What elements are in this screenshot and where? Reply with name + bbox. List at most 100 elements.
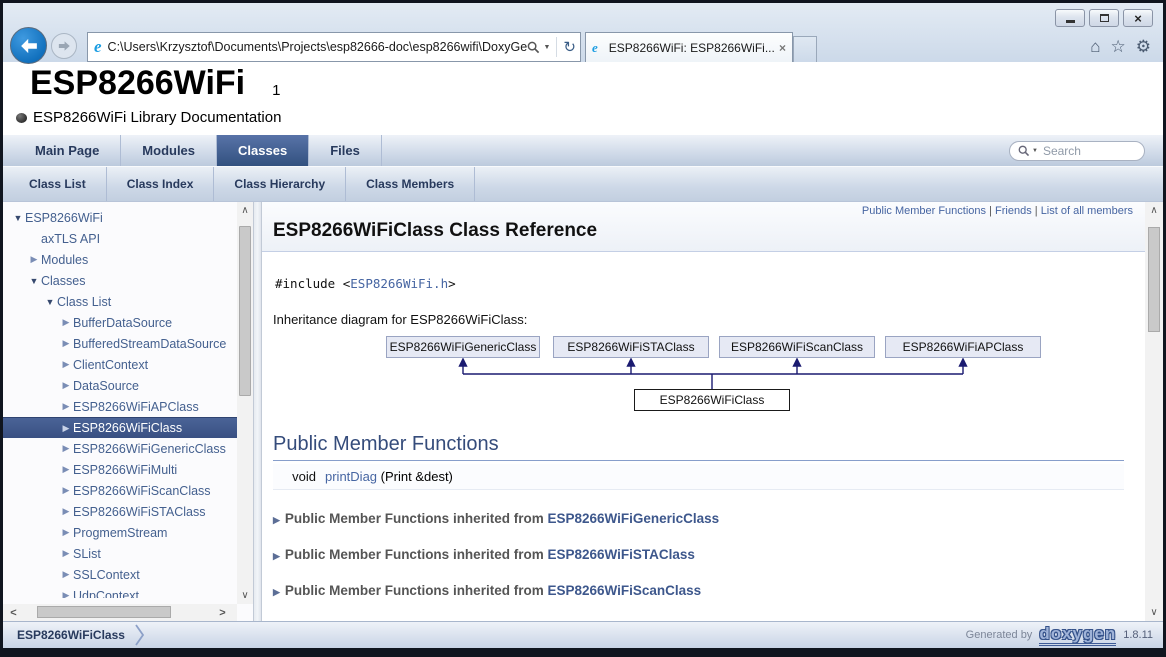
favorites-star-icon[interactable]: ☆ [1111,37,1126,57]
tree-right-arrow-icon[interactable]: ▶ [27,254,41,265]
summary-link-public-member-functions[interactable]: Public Member Functions [862,205,986,217]
diagram-node-esp8266wifigenericclass[interactable]: ESP8266WiFiGenericClass [386,336,540,358]
sidebar-vscrollbar[interactable]: ∧ ∨ [237,202,253,604]
sidebar-item-datasource[interactable]: ▶DataSource [3,375,237,396]
sidebar-item-progmemstream[interactable]: ▶ProgmemStream [3,522,237,543]
search-dropdown-icon[interactable]: ▼ [543,44,550,51]
tree-right-arrow-icon[interactable]: ▶ [59,548,73,559]
scroll-up-icon[interactable]: ∧ [237,202,253,219]
search-icon[interactable] [527,41,540,54]
scroll-up-icon[interactable]: ∧ [1145,202,1163,219]
home-icon[interactable]: ⌂ [1090,37,1100,57]
tree-right-arrow-icon[interactable]: ▶ [59,569,73,580]
tree-right-arrow-icon[interactable]: ▶ [59,506,73,517]
tree-down-arrow-icon[interactable]: ▼ [43,297,57,307]
minimize-button[interactable] [1055,9,1085,27]
sidebar-item-esp8266wifistaclass[interactable]: ▶ESP8266WiFiSTAClass [3,501,237,522]
doxygen-logo[interactable]: doxygen [1039,625,1116,646]
diagram-node-current[interactable]: ESP8266WiFiClass [634,389,790,411]
tree-right-arrow-icon[interactable]: ▶ [59,317,73,328]
scroll-right-icon[interactable]: > [214,604,231,621]
summary-link-friends[interactable]: Friends [995,205,1032,217]
summary-link-list-of-all-members[interactable]: List of all members [1041,205,1133,217]
sidebar-item-classes[interactable]: ▼Classes [3,270,237,291]
sidebar-item-esp8266wifiapclass[interactable]: ▶ESP8266WiFiAPClass [3,396,237,417]
sidebar-item-clientcontext[interactable]: ▶ClientContext [3,354,237,375]
sidebar-item-slist[interactable]: ▶SList [3,543,237,564]
tree-right-arrow-icon[interactable]: ▶ [59,401,73,412]
address-input[interactable] [108,40,528,54]
back-button[interactable] [10,27,47,64]
sidebar-item-esp8266wifimulti[interactable]: ▶ESP8266WiFiMulti [3,459,237,480]
tree-down-arrow-icon[interactable]: ▼ [27,276,41,286]
sidebar-item-bufferedstreamdatasource[interactable]: ▶BufferedStreamDataSource [3,333,237,354]
sidebar-item-modules[interactable]: ▶Modules [3,249,237,270]
project-logo-icon [16,113,27,123]
sidebar-vscroll-thumb[interactable] [239,226,251,396]
tree-right-arrow-icon[interactable]: ▶ [59,423,73,434]
sidebar-item-esp8266wifigenericclass[interactable]: ▶ESP8266WiFiGenericClass [3,438,237,459]
sidebar-item-esp8266wificlass[interactable]: ▶ESP8266WiFiClass [3,417,237,438]
sidebar-splitter[interactable] [253,202,262,621]
tab-modules[interactable]: Modules [121,135,217,166]
subtab-class-hierarchy[interactable]: Class Hierarchy [214,167,346,201]
content-vscrollbar[interactable]: ∧ ∨ [1145,202,1163,621]
content-vscroll-thumb[interactable] [1148,227,1160,332]
tree-right-arrow-icon[interactable]: ▶ [59,590,73,598]
browser-tab[interactable]: e ESP8266WiFi: ESP8266WiFi... × [585,32,793,63]
search-input[interactable] [1043,144,1133,158]
settings-gear-icon[interactable]: ⚙ [1136,37,1151,57]
refresh-icon[interactable]: ↻ [563,38,576,56]
tab-main-page[interactable]: Main Page [14,135,121,166]
subtab-class-index[interactable]: Class Index [107,167,215,201]
sidebar-item-axtls-api[interactable]: axTLS API [3,228,237,249]
subtab-class-members[interactable]: Class Members [346,167,475,201]
diagram-node-esp8266wifiscanclass[interactable]: ESP8266WiFiScanClass [719,336,875,358]
sidebar-item-label: ESP8266WiFi [25,211,103,225]
close-button[interactable]: × [1123,9,1153,27]
new-tab-button[interactable] [793,36,817,63]
class-link-esp8266wifistaclass[interactable]: ESP8266WiFiSTAClass [547,547,694,562]
tab-close-icon[interactable]: × [779,41,786,55]
maximize-button[interactable] [1089,9,1119,27]
member-signature: printDiag (Print &dest) [325,464,1124,490]
search-filter-caret-icon[interactable]: ▼ [1032,148,1038,154]
forward-button[interactable] [51,33,77,59]
tab-files[interactable]: Files [309,135,382,166]
sidebar-hscroll-thumb[interactable] [37,606,171,618]
inherited-header-esp8266wifigenericclass[interactable]: ▶Public Member Functions inherited from … [273,505,1133,526]
include-file-link[interactable]: ESP8266WiFi.h [350,276,448,291]
sidebar-hscrollbar[interactable]: < > [3,604,237,621]
tree-right-arrow-icon[interactable]: ▶ [59,485,73,496]
diagram-node-esp8266wifistaclass[interactable]: ESP8266WiFiSTAClass [553,336,709,358]
sidebar-item-esp8266wifiscanclass[interactable]: ▶ESP8266WiFiScanClass [3,480,237,501]
tree-right-arrow-icon[interactable]: ▶ [59,443,73,454]
tree-right-arrow-icon[interactable]: ▶ [59,359,73,370]
member-link-printdiag[interactable]: printDiag [325,469,377,484]
sidebar-item-class-list[interactable]: ▼Class List [3,291,237,312]
inherited-header-esp8266wifiapclass[interactable]: ▶Public Member Functions inherited from … [273,613,1133,621]
sidebar-item-esp8266wifi[interactable]: ▼ESP8266WiFi [3,207,237,228]
tree-right-arrow-icon[interactable]: ▶ [59,464,73,475]
address-bar[interactable]: e ▼ ↻ [87,32,581,62]
scroll-left-icon[interactable]: < [5,604,22,621]
diagram-node-esp8266wifiapclass[interactable]: ESP8266WiFiAPClass [885,336,1041,358]
class-link-esp8266wifiscanclass[interactable]: ESP8266WiFiScanClass [547,583,701,598]
tree-right-arrow-icon[interactable]: ▶ [59,380,73,391]
tree-down-arrow-icon[interactable]: ▼ [11,213,25,223]
class-link-esp8266wifigenericclass[interactable]: ESP8266WiFiGenericClass [547,511,719,526]
search-box[interactable]: ▼ [1009,141,1145,161]
inherited-header-esp8266wifiscanclass[interactable]: ▶Public Member Functions inherited from … [273,577,1133,598]
scroll-down-icon[interactable]: ∨ [237,587,253,604]
subtab-class-list[interactable]: Class List [9,167,107,201]
sidebar-item-udpcontext[interactable]: ▶UdpContext [3,585,237,598]
summary-separator: | [1032,205,1041,217]
tab-classes[interactable]: Classes [217,135,309,166]
scroll-down-icon[interactable]: ∨ [1145,604,1163,621]
sidebar-item-sslcontext[interactable]: ▶SSLContext [3,564,237,585]
breadcrumb-item[interactable]: ESP8266WiFiClass [17,628,125,642]
tree-right-arrow-icon[interactable]: ▶ [59,338,73,349]
tree-right-arrow-icon[interactable]: ▶ [59,527,73,538]
inherited-header-esp8266wifistaclass[interactable]: ▶Public Member Functions inherited from … [273,541,1133,562]
sidebar-item-bufferdatasource[interactable]: ▶BufferDataSource [3,312,237,333]
